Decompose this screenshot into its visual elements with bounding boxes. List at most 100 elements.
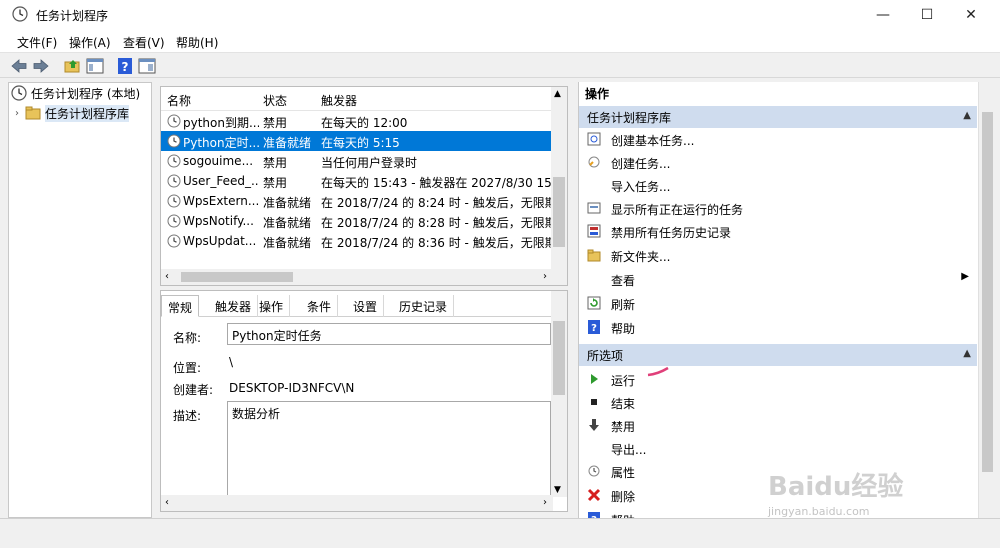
menu-action[interactable]: 操作(A) (69, 34, 111, 51)
menu-file[interactable]: 文件(F) (17, 34, 57, 51)
cell-status: 准备就绪 (263, 136, 312, 150)
scroll-thumb[interactable] (553, 321, 565, 395)
scroll-down-icon[interactable]: ▼ (554, 485, 561, 495)
tab-settings[interactable]: 设置 (347, 295, 385, 317)
task-list-horizontal-scrollbar[interactable]: ‹ › (161, 269, 553, 285)
watermark-url: jingyan.baidu.com (768, 505, 870, 518)
window-title: 任务计划程序 (36, 9, 109, 23)
description-field[interactable]: 数据分析 (227, 401, 551, 497)
forward-icon[interactable] (32, 57, 50, 75)
table-row[interactable]: WpsUpdat... 准备就绪在 2018/7/24 的 8:36 时 - 触发… (161, 231, 553, 251)
tree-item-library-label: 任务计划程序库 (45, 104, 130, 122)
back-icon[interactable] (10, 57, 28, 75)
collapse-icon[interactable]: ▲ (963, 348, 971, 359)
table-row[interactable]: WpsNotify... 准备就绪在 2018/7/24 的 8:28 时 - 触… (161, 211, 553, 231)
menu-help[interactable]: 帮助(H) (176, 34, 218, 51)
action-view[interactable]: 查看 ▶ (579, 268, 977, 290)
help-icon: ? (588, 320, 600, 334)
scroll-thumb[interactable] (982, 112, 993, 472)
section-selected-item[interactable]: 所选项 ▲ (579, 344, 977, 366)
scroll-up-icon[interactable]: ▲ (554, 89, 561, 99)
tab-history[interactable]: 历史记录 (393, 295, 455, 317)
refresh-icon (587, 296, 601, 310)
action-disable[interactable]: 禁用 (579, 414, 977, 436)
detail-horizontal-scrollbar[interactable]: ‹ › (161, 495, 553, 511)
action-import-task[interactable]: 导入任务... (579, 174, 977, 196)
table-row[interactable]: User_Feed_... 禁用 在每天的 15:43 - 触发器在 2027/8/… (161, 171, 553, 191)
action-end[interactable]: 结束 (579, 391, 977, 413)
collapse-icon[interactable]: ▲ (963, 110, 971, 121)
task-clock-icon (167, 154, 181, 168)
task-clock-icon (167, 214, 181, 228)
tab-general[interactable]: 常规 (161, 295, 200, 317)
detail-vertical-scrollbar[interactable]: ▼ (551, 291, 567, 497)
description-label: 描述: (173, 409, 202, 423)
tab-triggers[interactable]: 触发器 (209, 295, 259, 317)
action-run[interactable]: 运行 (579, 368, 977, 390)
action-label: 创建任务... (611, 157, 671, 171)
column-header-trigger[interactable]: 触发器 (321, 92, 357, 109)
scroll-left-icon[interactable]: ‹ (165, 271, 169, 282)
close-button[interactable]: ✕ (948, 0, 994, 30)
tab-conditions[interactable]: 条件 (301, 295, 339, 317)
watermark-logo: Baidu经验 (768, 472, 904, 502)
column-header-status[interactable]: 状态 (263, 92, 287, 109)
action-help[interactable]: ? 帮助 (579, 316, 977, 338)
scroll-thumb[interactable] (553, 177, 565, 247)
tree-item-local[interactable]: 任务计划程序 (本地) (11, 83, 140, 103)
maximize-button[interactable]: ☐ (904, 0, 950, 30)
cell-status: 禁用 (263, 156, 288, 170)
name-field[interactable]: Python定时任务 (227, 323, 551, 345)
section-library[interactable]: 任务计划程序库 ▲ (579, 106, 977, 128)
action-new-folder[interactable]: 新文件夹... (579, 244, 977, 266)
action-label: 查看 (611, 274, 636, 288)
console-tree: 任务计划程序 (本地) › 任务计划程序库 (8, 82, 152, 518)
submenu-arrow-icon: ▶ (961, 271, 969, 282)
author-value: DESKTOP-ID3NFCV\N (229, 381, 355, 395)
action-label: 刷新 (611, 298, 636, 312)
cell-trigger: 当任何用户登录时 (321, 156, 418, 170)
tab-actions[interactable]: 操作 (253, 295, 291, 317)
show-hide-action-pane-icon[interactable] (138, 57, 156, 75)
help-icon[interactable]: ? (116, 57, 134, 75)
task-clock-icon (167, 174, 181, 188)
task-scheduler-window: 任务计划程序 — ☐ ✕ 文件(F) 操作(A) 查看(V) 帮助(H) ? 任… (0, 0, 1000, 548)
menu-view[interactable]: 查看(V) (123, 34, 165, 51)
action-create-task[interactable]: 创建任务... (579, 151, 977, 173)
action-disable-history[interactable]: 禁用所有任务历史记录 (579, 220, 977, 242)
action-refresh[interactable]: 刷新 (579, 292, 977, 314)
task-list-vertical-scrollbar[interactable]: ▲ (551, 87, 567, 271)
clock-icon (11, 85, 27, 101)
scroll-right-icon[interactable]: › (543, 271, 547, 282)
action-label: 结束 (611, 397, 636, 411)
cell-trigger: 在每天的 12:00 (321, 116, 408, 130)
show-hide-console-tree-icon[interactable] (86, 57, 104, 75)
actions-vertical-scrollbar[interactable] (978, 82, 996, 518)
folder-up-icon[interactable] (64, 57, 82, 75)
action-export[interactable]: 导出... (579, 437, 977, 459)
chevron-right-icon[interactable]: › (15, 108, 19, 119)
cell-status: 禁用 (263, 176, 288, 190)
minimize-button[interactable]: — (860, 0, 906, 30)
svg-text:?: ? (591, 323, 597, 334)
column-header-name[interactable]: 名称 (167, 92, 191, 109)
actions-header: 操作 (579, 82, 978, 104)
table-row[interactable]: WpsExtern... 准备就绪在 2018/7/24 的 8:24 时 - 触… (161, 191, 553, 211)
section-selected-label: 所选项 (587, 349, 624, 363)
tree-item-library[interactable]: › 任务计划程序库 (15, 103, 130, 123)
action-label: 导出... (611, 443, 647, 457)
table-row[interactable]: sogouime... 禁用 当任何用户登录时 (161, 151, 553, 171)
table-row[interactable]: Python定时... 准备就绪 在每天的 5:15 (161, 131, 553, 151)
scroll-thumb[interactable] (181, 272, 293, 282)
cell-status: 准备就绪 (263, 196, 312, 210)
scroll-corner (551, 269, 567, 285)
table-row[interactable]: python到期... 禁用 在每天的 12:00 (161, 111, 553, 131)
scroll-left-icon[interactable]: ‹ (165, 497, 169, 508)
task-clock-icon (167, 134, 181, 148)
svg-text:?: ? (122, 60, 129, 74)
action-label: 新文件夹... (611, 250, 671, 264)
scroll-right-icon[interactable]: › (543, 497, 547, 508)
running-tasks-icon (587, 202, 601, 214)
action-display-running-tasks[interactable]: 显示所有正在运行的任务 (579, 197, 977, 219)
action-create-basic-task[interactable]: 创建基本任务... (579, 128, 977, 150)
